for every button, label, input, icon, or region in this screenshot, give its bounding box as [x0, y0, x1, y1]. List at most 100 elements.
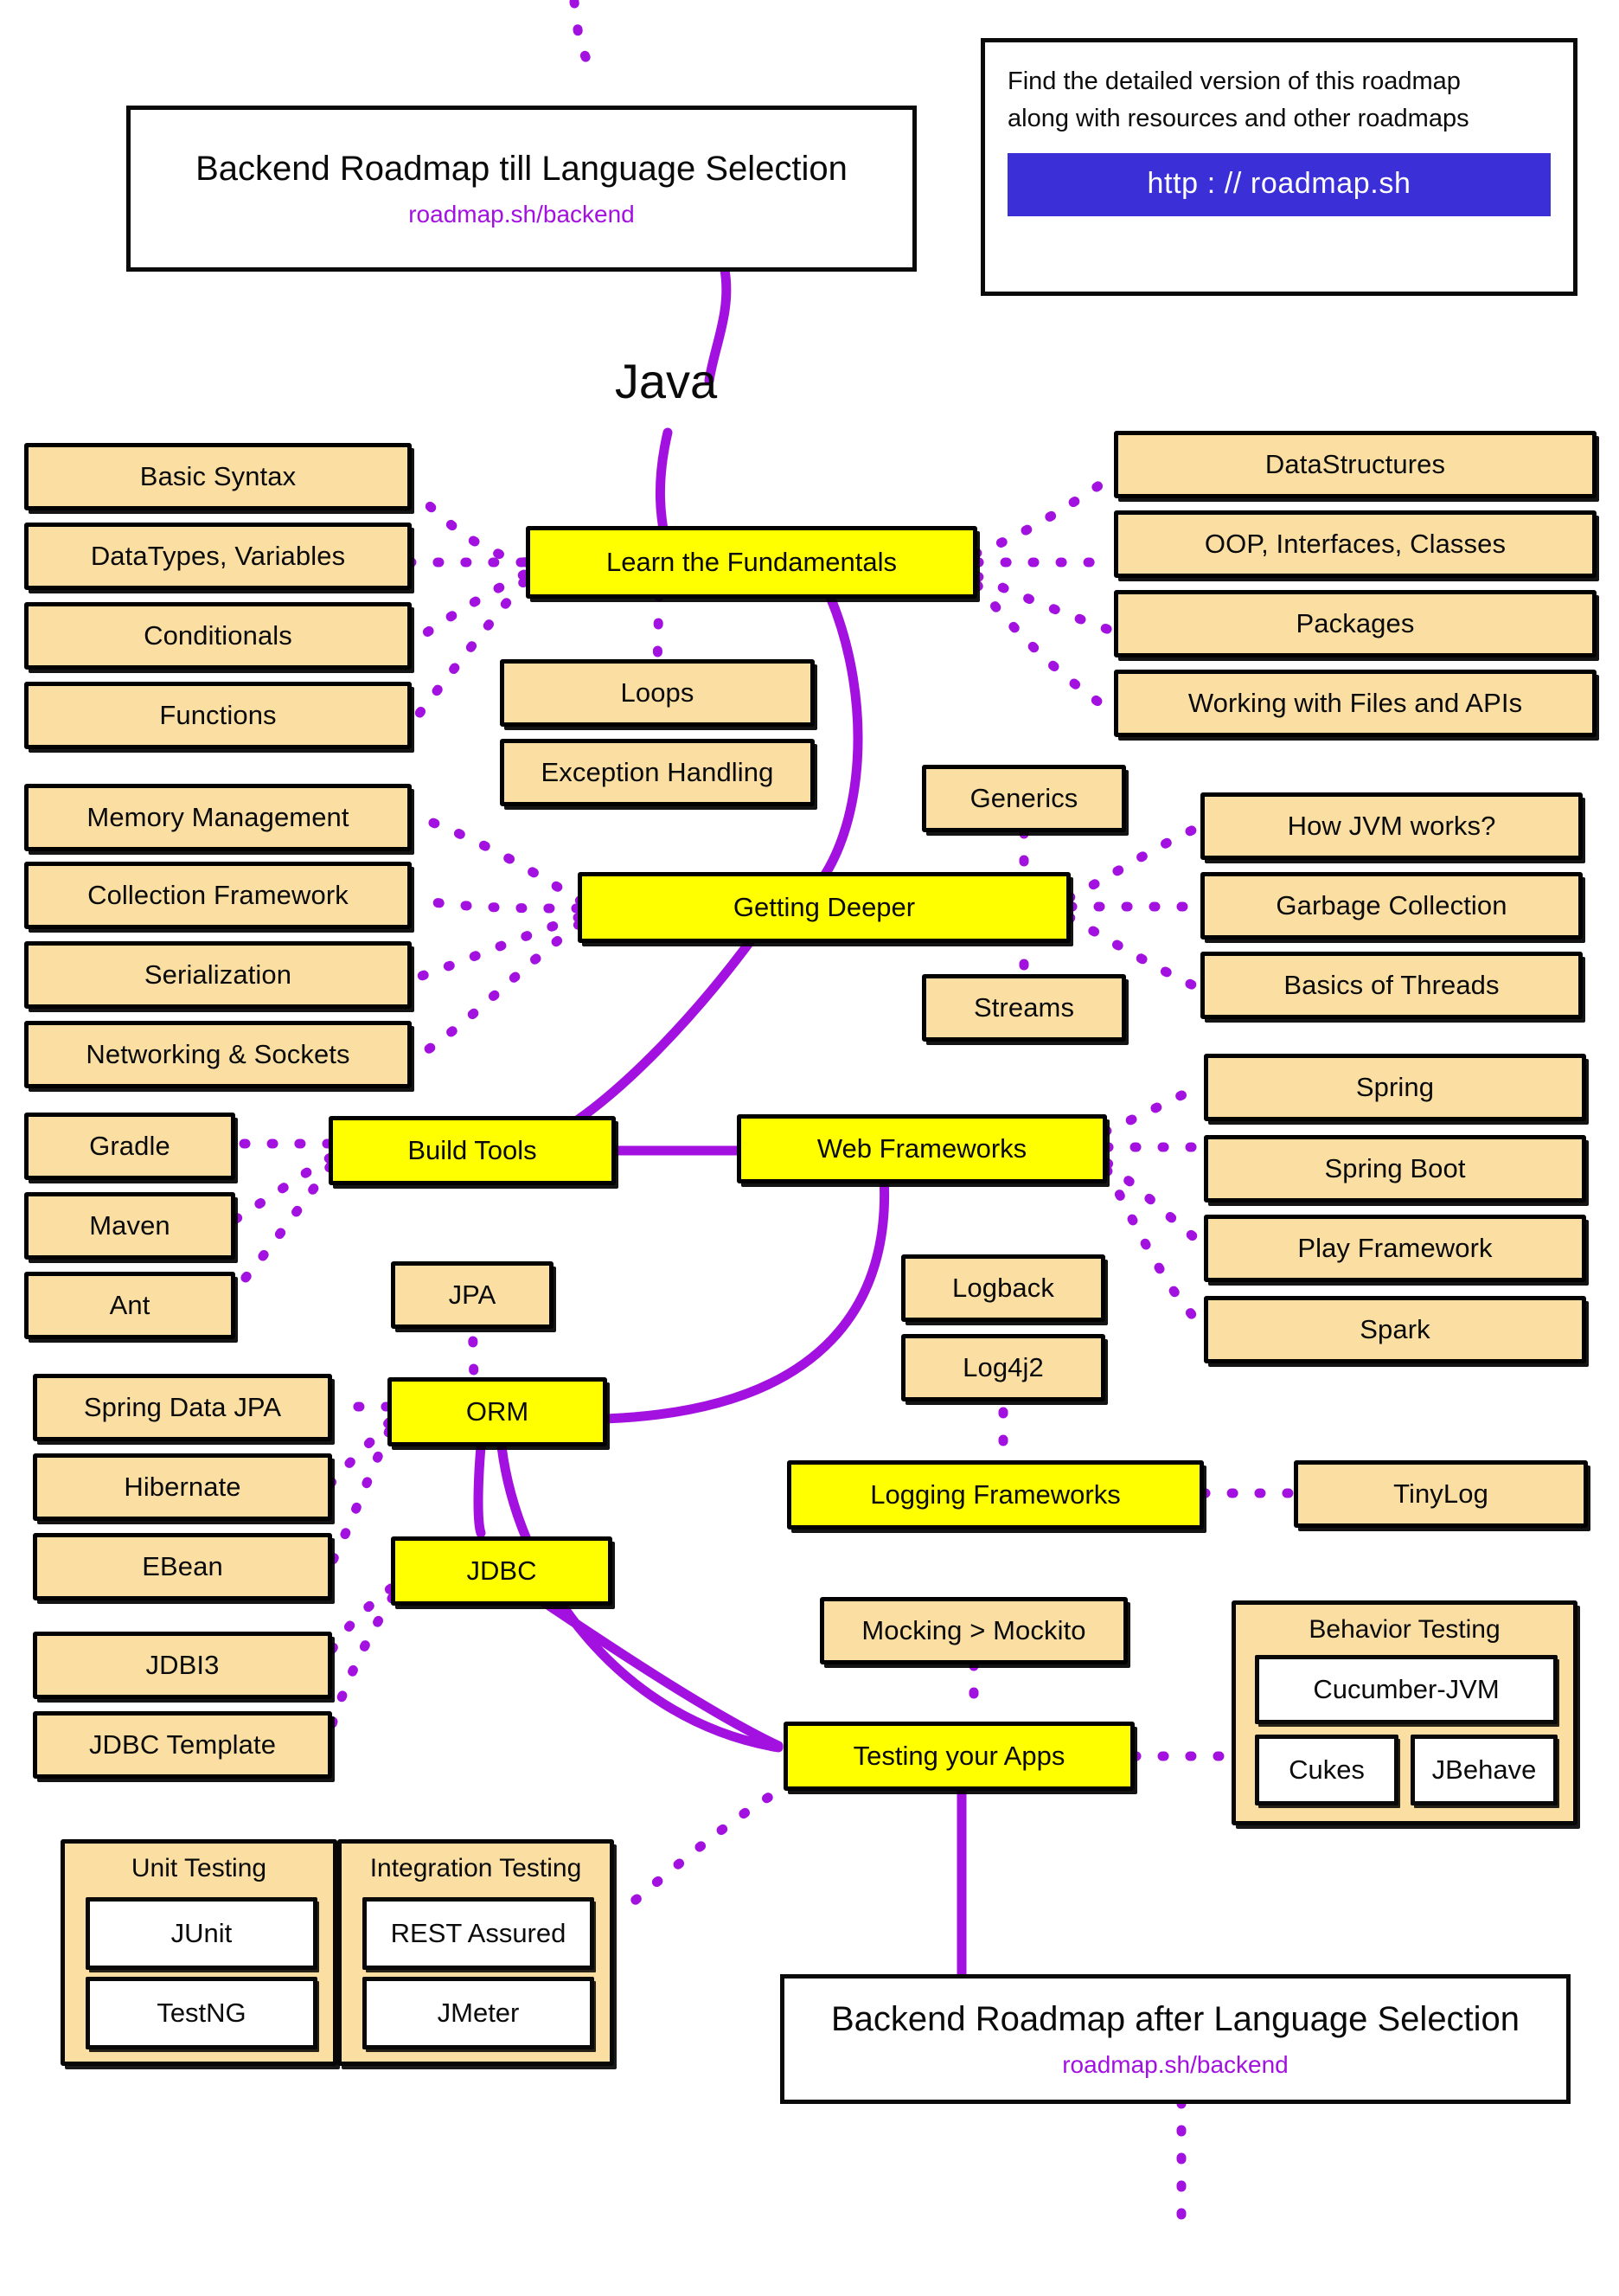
- node-label: Play Framework: [1297, 1232, 1493, 1263]
- node-label: Working with Files and APIs: [1187, 687, 1523, 718]
- node-ant[interactable]: Ant: [24, 1272, 235, 1339]
- node-label: Basics of Threads: [1283, 969, 1500, 1000]
- node-learn-the-fundamentals[interactable]: Learn the Fundamentals: [526, 526, 977, 599]
- node-label: JDBI3: [145, 1649, 220, 1680]
- node-label: JPA: [448, 1279, 496, 1310]
- page-title: Backend Roadmap till Language Selection: [195, 149, 848, 188]
- node-logging-frameworks[interactable]: Logging Frameworks: [787, 1460, 1204, 1530]
- node-gradle[interactable]: Gradle: [24, 1113, 235, 1180]
- node-networking-and-sockets[interactable]: Networking & Sockets: [24, 1021, 412, 1088]
- node-cucumber-jvm[interactable]: Cucumber-JVM: [1255, 1655, 1558, 1724]
- node-collection-framework[interactable]: Collection Framework: [24, 862, 412, 929]
- node-label: How JVM works?: [1287, 810, 1496, 841]
- node-spring-boot[interactable]: Spring Boot: [1204, 1135, 1586, 1203]
- node-label: Basic Syntax: [139, 460, 297, 491]
- node-logback[interactable]: Logback: [901, 1254, 1105, 1322]
- group-integration-testing: Integration Testing REST Assured JMeter: [337, 1839, 614, 2066]
- node-basic-syntax[interactable]: Basic Syntax: [24, 443, 412, 510]
- node-label: Functions: [159, 699, 277, 730]
- node-label: Hibernate: [124, 1471, 241, 1502]
- node-label: Logging Frameworks: [870, 1478, 1121, 1510]
- node-jbehave[interactable]: JBehave: [1411, 1735, 1558, 1805]
- info-line-1: Find the detailed version of this roadma…: [1008, 67, 1461, 95]
- node-testng[interactable]: TestNG: [86, 1977, 317, 2049]
- node-label: Build Tools: [407, 1134, 537, 1165]
- node-label: REST Assured: [390, 1918, 566, 1948]
- node-label: Spring Boot: [1324, 1152, 1466, 1183]
- node-label: JUnit: [170, 1918, 233, 1948]
- node-rest-assured[interactable]: REST Assured: [362, 1897, 594, 1970]
- node-mocking-mockito[interactable]: Mocking > Mockito: [820, 1597, 1128, 1664]
- group-title-unit-testing: Unit Testing: [131, 1854, 267, 1882]
- node-label: DataStructures: [1264, 448, 1446, 479]
- node-label: Packages: [1296, 607, 1415, 638]
- node-label: Networking & Sockets: [86, 1038, 350, 1069]
- node-functions[interactable]: Functions: [24, 682, 412, 749]
- node-label: JDBC Template: [88, 1728, 277, 1760]
- node-maven[interactable]: Maven: [24, 1192, 235, 1260]
- node-label: Cucumber-JVM: [1313, 1674, 1500, 1704]
- node-jdbi3[interactable]: JDBI3: [33, 1632, 332, 1699]
- node-memory-management[interactable]: Memory Management: [24, 784, 412, 851]
- page-subtitle-url[interactable]: roadmap.sh/backend: [408, 201, 635, 228]
- node-generics[interactable]: Generics: [922, 765, 1126, 832]
- node-ebean[interactable]: EBean: [33, 1533, 332, 1600]
- node-build-tools[interactable]: Build Tools: [329, 1116, 616, 1185]
- node-exception-handling[interactable]: Exception Handling: [500, 739, 815, 806]
- node-label: Learn the Fundamentals: [605, 546, 898, 577]
- node-jdbc-template[interactable]: JDBC Template: [33, 1711, 332, 1779]
- node-label: Getting Deeper: [733, 891, 916, 922]
- node-tinylog[interactable]: TinyLog: [1294, 1460, 1588, 1528]
- group-unit-testing: Unit Testing JUnit TestNG: [61, 1839, 337, 2066]
- node-serialization[interactable]: Serialization: [24, 941, 412, 1009]
- info-line-2: along with resources and other roadmaps: [1008, 104, 1469, 132]
- node-datastructures[interactable]: DataStructures: [1114, 431, 1597, 498]
- node-web-frameworks[interactable]: Web Frameworks: [737, 1114, 1107, 1183]
- node-getting-deeper[interactable]: Getting Deeper: [578, 872, 1071, 943]
- node-label: Spring: [1355, 1071, 1435, 1102]
- node-orm[interactable]: ORM: [387, 1377, 607, 1446]
- footer-subtitle-url[interactable]: roadmap.sh/backend: [1062, 2051, 1289, 2079]
- node-garbage-collection[interactable]: Garbage Collection: [1200, 872, 1583, 940]
- node-play-framework[interactable]: Play Framework: [1204, 1215, 1586, 1282]
- node-loops[interactable]: Loops: [500, 659, 815, 727]
- node-label: TinyLog: [1393, 1478, 1488, 1509]
- node-label: Logback: [952, 1272, 1054, 1303]
- node-spark[interactable]: Spark: [1204, 1296, 1586, 1363]
- info-card: Find the detailed version of this roadma…: [981, 38, 1577, 296]
- node-label: Conditionals: [144, 619, 292, 651]
- node-log4j2[interactable]: Log4j2: [901, 1334, 1105, 1401]
- node-label: Testing your Apps: [853, 1740, 1065, 1771]
- node-spring[interactable]: Spring: [1204, 1054, 1586, 1121]
- node-packages[interactable]: Packages: [1114, 590, 1597, 657]
- node-datatypes-variables[interactable]: DataTypes, Variables: [24, 523, 412, 590]
- node-oop-interfaces-classes[interactable]: OOP, Interfaces, Classes: [1114, 510, 1597, 578]
- node-junit[interactable]: JUnit: [86, 1897, 317, 1970]
- node-basics-of-threads[interactable]: Basics of Threads: [1200, 952, 1583, 1019]
- node-label: Log4j2: [963, 1351, 1044, 1382]
- node-how-jvm-works[interactable]: How JVM works?: [1200, 792, 1583, 860]
- node-spring-data-jpa[interactable]: Spring Data JPA: [33, 1374, 332, 1441]
- node-label: Exception Handling: [541, 756, 774, 787]
- node-label: EBean: [142, 1550, 223, 1581]
- node-streams[interactable]: Streams: [922, 974, 1126, 1042]
- node-label: DataTypes, Variables: [90, 540, 346, 571]
- node-conditionals[interactable]: Conditionals: [24, 602, 412, 670]
- node-label: TestNG: [157, 1998, 246, 2028]
- node-working-with-files-and-apis[interactable]: Working with Files and APIs: [1114, 670, 1597, 737]
- roadmap-url-button[interactable]: http : // roadmap.sh: [1008, 152, 1551, 216]
- node-jmeter[interactable]: JMeter: [362, 1977, 594, 2049]
- node-label: Serialization: [144, 959, 292, 990]
- node-hibernate[interactable]: Hibernate: [33, 1453, 332, 1521]
- node-testing-your-apps[interactable]: Testing your Apps: [784, 1722, 1135, 1791]
- node-jpa[interactable]: JPA: [391, 1261, 554, 1329]
- node-label: Gradle: [89, 1130, 170, 1161]
- header-title-card: Backend Roadmap till Language Selection …: [126, 106, 917, 272]
- group-title-behavior-testing: Behavior Testing: [1309, 1615, 1501, 1644]
- group-behavior-testing: Behavior Testing Cucumber-JVM Cukes JBeh…: [1232, 1600, 1577, 1825]
- node-cukes[interactable]: Cukes: [1255, 1735, 1398, 1805]
- node-label: Maven: [89, 1209, 170, 1241]
- node-label: Streams: [973, 991, 1075, 1023]
- node-jdbc[interactable]: JDBC: [391, 1536, 612, 1606]
- node-label: Mocking > Mockito: [861, 1614, 1086, 1645]
